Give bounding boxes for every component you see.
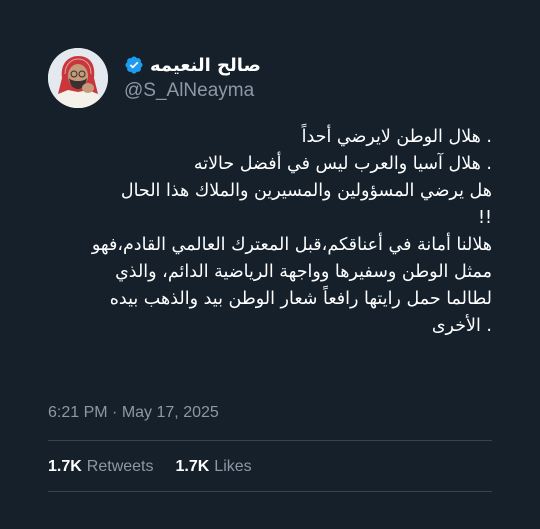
likes-label: Likes (214, 458, 252, 475)
avatar-image (48, 48, 108, 108)
tweet-time: 6:21 PM (48, 404, 108, 421)
avatar[interactable] (48, 48, 108, 108)
tweet-timestamp[interactable]: 6:21 PM · May 17, 2025 (48, 404, 219, 422)
retweets-stat[interactable]: 1.7K Retweets (48, 458, 154, 476)
tweet-card: صالح النعيمه @S_AlNeayma . هلال الوطن لا… (0, 0, 540, 529)
tweet-line: هلالنا أمانة في أعناقكم،قبل المعترك العا… (91, 235, 492, 255)
author-name-row: صالح النعيمه (124, 52, 261, 78)
tweet-line: ممثل الوطن وسفيرها وواجهة الرياضية الدائ… (115, 262, 492, 282)
author-display-name[interactable]: صالح النعيمه (150, 55, 261, 76)
likes-stat[interactable]: 1.7K Likes (176, 458, 252, 476)
likes-count: 1.7K (175, 458, 210, 475)
retweets-label: Retweets (86, 458, 154, 475)
tweet-line: . الأخرى (431, 316, 492, 336)
retweets-count: 1.7K (48, 458, 82, 475)
tweet-line: هل يرضي المسؤولين والمسيرين والملاك هذا … (120, 181, 492, 201)
tweet-line: . هلال الوطن لايرضي أحداً (301, 127, 492, 147)
tweet-line: !! (477, 208, 492, 228)
author-handle[interactable]: @S_AlNeayma (124, 80, 254, 102)
tweet-line: لطالما حمل رايتها رافعاً شعار الوطن بيد … (109, 289, 492, 309)
tweet-line: . هلال آسيا والعرب ليس في أفضل حالاته (193, 154, 492, 174)
tweet-text: . هلال الوطن لايرضي أحداً . هلال آسيا وا… (44, 124, 492, 340)
tweet-stats: 1.7K Retweets 1.7K Likes (48, 458, 252, 476)
divider (48, 491, 492, 492)
tweet-date: May 17, 2025 (121, 404, 219, 421)
divider (48, 440, 492, 441)
meta-separator: · (112, 404, 118, 421)
verified-badge-icon (125, 56, 143, 74)
